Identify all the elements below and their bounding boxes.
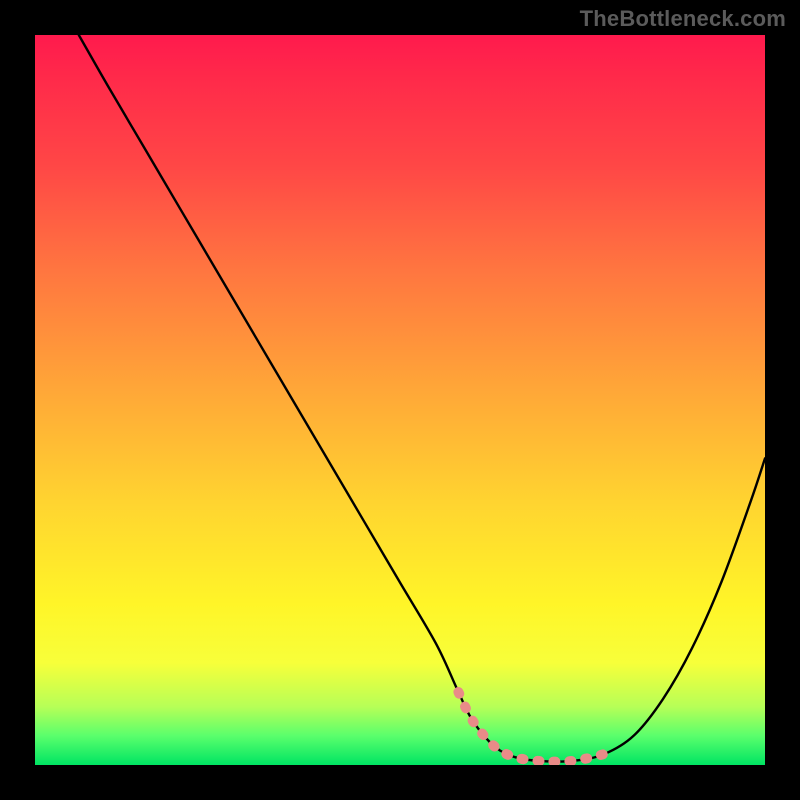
optimal-region-highlight: [458, 692, 604, 762]
curve-svg: [35, 35, 765, 765]
watermark-text: TheBottleneck.com: [580, 6, 786, 32]
bottleneck-curve: [79, 35, 765, 762]
plot-area: [35, 35, 765, 765]
chart-frame: TheBottleneck.com: [0, 0, 800, 800]
